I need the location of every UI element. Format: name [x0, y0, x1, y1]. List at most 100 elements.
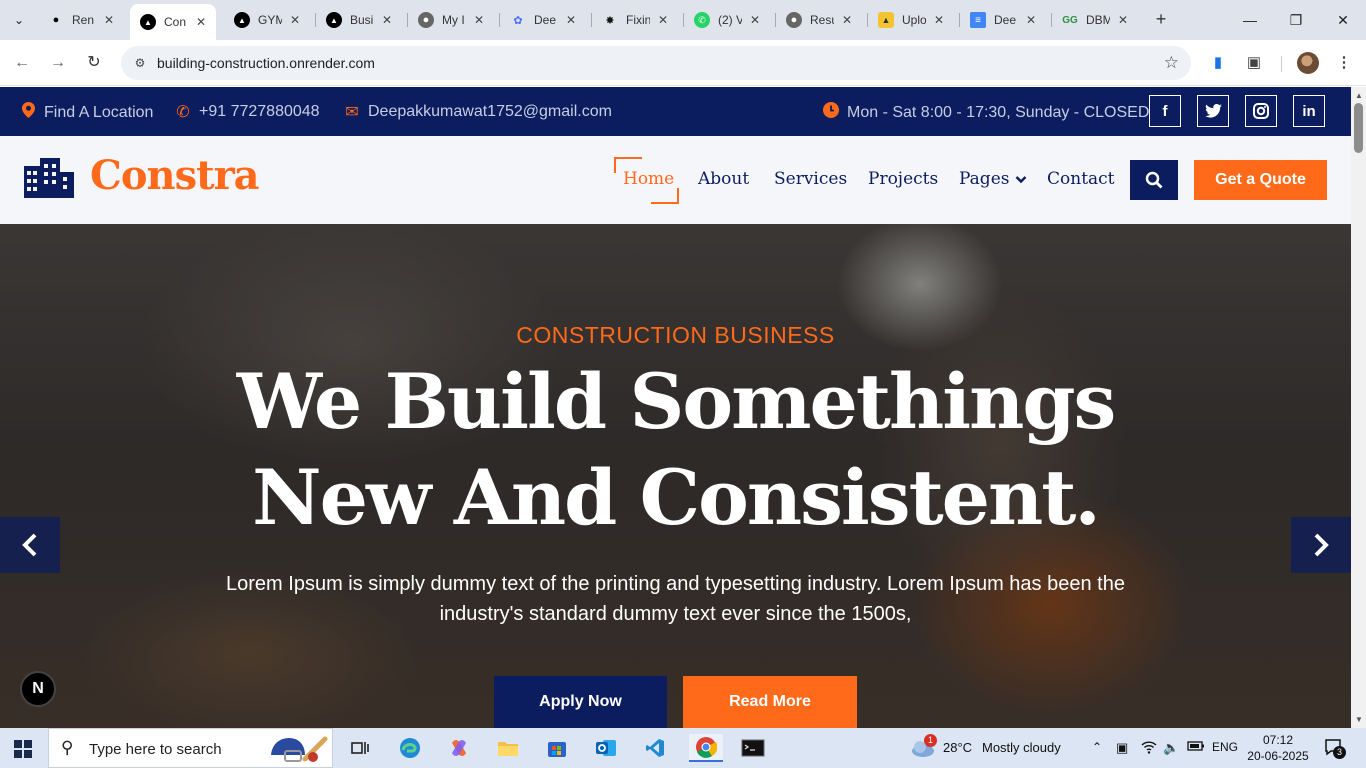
triangle-icon: ▲: [140, 14, 156, 30]
browser-tab[interactable]: ✸ Fixin ✕: [592, 6, 678, 34]
taskbar-search-box[interactable]: ⚲ Type here to search: [48, 728, 333, 768]
forward-button[interactable]: →: [46, 51, 70, 75]
close-tab-icon[interactable]: ✕: [474, 13, 484, 27]
tab-title: Fixin: [626, 13, 650, 27]
microsoft-store-icon[interactable]: [542, 734, 572, 762]
chevron-up-icon[interactable]: ⌃: [1092, 740, 1102, 754]
tab-title: DBM: [1086, 13, 1110, 27]
browser-tab[interactable]: GG DBM ✕: [1052, 6, 1138, 34]
close-tab-icon[interactable]: ✕: [104, 13, 114, 27]
close-tab-icon[interactable]: ✕: [382, 13, 392, 27]
envelope-icon: ✉: [345, 104, 359, 121]
back-button[interactable]: ←: [10, 51, 34, 75]
language-indicator[interactable]: ENG: [1212, 740, 1238, 754]
task-view-icon[interactable]: [345, 734, 375, 762]
windows-start-icon[interactable]: [14, 740, 32, 758]
close-tab-icon[interactable]: ✕: [290, 13, 300, 27]
browser-menu-icon[interactable]: ⋮: [1333, 52, 1355, 74]
scroll-down-icon[interactable]: ▼: [1355, 715, 1363, 724]
tab-title: Con: [164, 15, 187, 29]
hero-description: Lorem Ipsum is simply dummy text of the …: [226, 573, 1125, 625]
location-link[interactable]: Find A Location: [20, 102, 153, 123]
browser-tab[interactable]: ≡ Dee ✕: [960, 6, 1046, 34]
wifi-icon[interactable]: [1141, 740, 1157, 757]
browser-tab[interactable]: ▲ Uplo ✕: [868, 6, 954, 34]
docs-icon: ≡: [970, 12, 986, 28]
read-more-button[interactable]: Read More: [683, 676, 857, 728]
clock-time: 07:12: [1262, 733, 1294, 747]
address-bar[interactable]: ⚙ building-construction.onrender.com ☆: [121, 46, 1191, 80]
browser-tab-strip: ⌄ ● Ren ✕ ▲ Con ✕ ▲ GYM ✕ ▲ Busi ✕ ● My …: [0, 0, 1366, 40]
tab-title: Dee: [994, 13, 1017, 27]
reload-button[interactable]: ↻: [82, 51, 106, 75]
outlook-icon[interactable]: [591, 734, 621, 762]
close-tab-icon[interactable]: ✕: [196, 15, 206, 29]
scroll-up-icon[interactable]: ▲: [1355, 91, 1363, 100]
site-info-icon[interactable]: ⚙: [131, 54, 149, 72]
slider-prev-button[interactable]: [0, 517, 60, 573]
nextjs-dev-badge[interactable]: N: [20, 671, 56, 707]
copilot-app-icon[interactable]: [444, 734, 474, 762]
instagram-icon[interactable]: [1245, 95, 1277, 127]
terminal-icon[interactable]: [738, 734, 768, 762]
close-tab-icon[interactable]: ✕: [842, 13, 852, 27]
bookmark-star-icon[interactable]: ☆: [1164, 53, 1179, 73]
restore-button[interactable]: ❐: [1284, 8, 1308, 32]
twitter-icon[interactable]: [1197, 95, 1229, 127]
phone-link[interactable]: ✆ +91 7727880048: [175, 102, 319, 122]
chevron-right-icon: [1314, 533, 1329, 557]
meet-now-icon[interactable]: ▣: [1116, 740, 1128, 756]
slider-next-button[interactable]: [1291, 517, 1351, 573]
weather-widget[interactable]: 1: [910, 734, 937, 761]
notification-center-icon[interactable]: 3: [1324, 738, 1346, 759]
file-explorer-icon[interactable]: [493, 734, 523, 762]
nav-services[interactable]: Services: [774, 169, 847, 189]
close-tab-icon[interactable]: ✕: [566, 13, 576, 27]
taskbar-clock[interactable]: 07:12 20-06-2025: [1242, 732, 1314, 764]
web-page: Find A Location ✆ +91 7727880048 ✉ Deepa…: [0, 87, 1351, 728]
linkedin-icon[interactable]: in: [1293, 95, 1325, 127]
scroll-thumb[interactable]: [1354, 103, 1363, 153]
speaker-icon[interactable]: 🔈: [1163, 740, 1179, 756]
browser-tab[interactable]: ● My I ✕: [408, 6, 494, 34]
edge-browser-icon[interactable]: [395, 734, 425, 762]
nav-projects[interactable]: Projects: [868, 169, 938, 189]
close-tab-icon[interactable]: ✕: [1118, 13, 1128, 27]
windows-taskbar: ⚲ Type here to search 1 28°C Mostly clou…: [0, 728, 1366, 768]
nav-pages[interactable]: Pages: [959, 169, 1027, 189]
browser-tab[interactable]: ✆ (2) V ✕: [684, 6, 770, 34]
get-quote-button[interactable]: Get a Quote: [1194, 160, 1327, 200]
toolbar-divider: [1281, 56, 1282, 72]
minimize-button[interactable]: —: [1238, 8, 1262, 32]
email-link[interactable]: ✉ Deepakkumawat1752@gmail.com: [344, 102, 612, 122]
new-tab-button[interactable]: +: [1150, 9, 1172, 31]
close-tab-icon[interactable]: ✕: [1026, 13, 1036, 27]
facebook-icon[interactable]: f: [1149, 95, 1181, 127]
profile-avatar[interactable]: [1297, 52, 1319, 74]
browser-tab[interactable]: ▲ GYM ✕: [224, 6, 310, 34]
apply-now-button[interactable]: Apply Now: [494, 676, 667, 728]
close-tab-icon[interactable]: ✕: [750, 13, 760, 27]
battery-icon[interactable]: [1187, 740, 1205, 755]
tab-search-button[interactable]: ⌄: [6, 8, 32, 32]
browser-tab-active[interactable]: ▲ Con ✕: [130, 4, 216, 40]
close-window-button[interactable]: ✕: [1331, 8, 1355, 32]
nav-contact[interactable]: Contact: [1047, 169, 1115, 189]
chrome-icon[interactable]: [689, 734, 723, 762]
browser-tab[interactable]: ✿ Dee ✕: [500, 6, 586, 34]
close-tab-icon[interactable]: ✕: [658, 13, 668, 27]
cricket-helmet-icon: [271, 736, 328, 762]
browser-tab[interactable]: ● Ren ✕: [38, 6, 124, 34]
nav-home[interactable]: Home: [623, 169, 674, 189]
side-panel-icon[interactable]: ▮: [1207, 52, 1229, 74]
extensions-icon[interactable]: ▣: [1243, 52, 1265, 74]
browser-tab[interactable]: ● Resu ✕: [776, 6, 862, 34]
browser-tab[interactable]: ▲ Busi ✕: [316, 6, 402, 34]
vscode-icon[interactable]: [640, 734, 670, 762]
site-logo[interactable]: Constra: [90, 152, 260, 199]
page-scrollbar[interactable]: ▲ ▼: [1351, 87, 1366, 728]
close-tab-icon[interactable]: ✕: [934, 13, 944, 27]
nav-about[interactable]: About: [698, 169, 749, 189]
site-search-button[interactable]: [1130, 160, 1178, 200]
url-text[interactable]: building-construction.onrender.com: [157, 55, 375, 71]
